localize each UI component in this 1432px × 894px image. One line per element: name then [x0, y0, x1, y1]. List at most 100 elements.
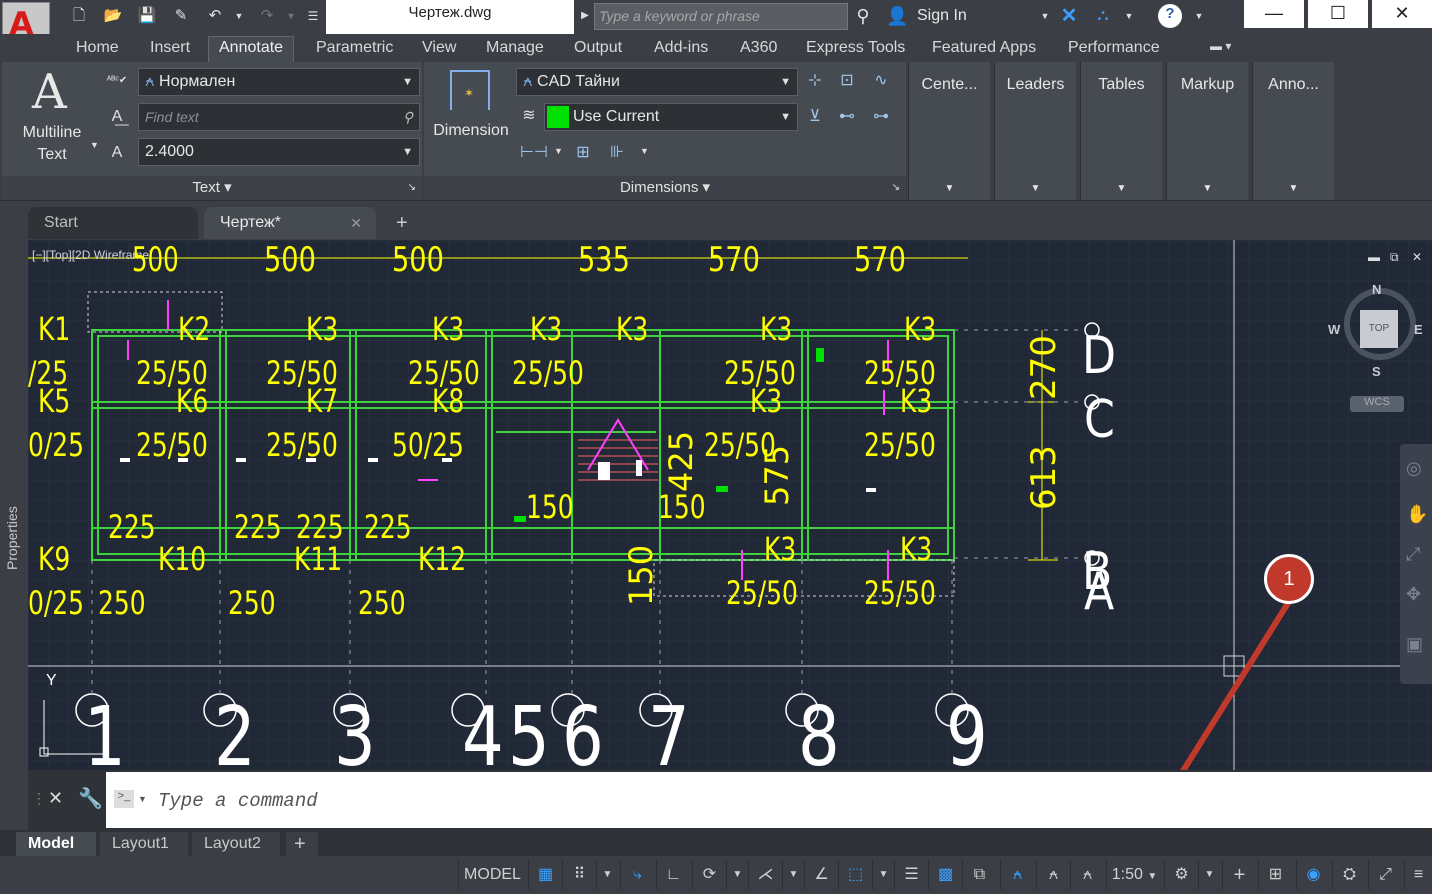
isodraft-icon[interactable]: ⋌	[748, 860, 782, 890]
tab-insert[interactable]: Insert	[150, 39, 190, 57]
check-spelling-icon[interactable]: ᴬᴮᶜ✔	[106, 70, 128, 92]
dialog-launcher-icon[interactable]: ↘	[408, 176, 416, 200]
help-icon[interactable]: ?	[1158, 4, 1182, 28]
tab-output[interactable]: Output	[574, 39, 622, 57]
linear-dim-dropdown-icon[interactable]: ▼	[554, 146, 563, 156]
zoom-icon[interactable]: ⤢	[1406, 544, 1420, 565]
quick-dim-icon[interactable]: ⊞	[572, 142, 594, 164]
lineweight-icon[interactable]: ☰	[894, 860, 928, 890]
dialog-launcher-icon[interactable]: ↘	[892, 176, 900, 200]
command-input[interactable]: >_ ▼ Type a command	[106, 772, 1432, 828]
redo-icon[interactable]: ↷	[256, 6, 278, 26]
inspect-icon[interactable]: ⊻	[804, 106, 826, 128]
dim-jog-icon[interactable]: ∿	[870, 70, 892, 92]
properties-palette-bar[interactable]: Properties	[0, 240, 28, 830]
reassociate-icon[interactable]: ⊶	[870, 106, 892, 128]
polar-tracking-icon[interactable]: ⟳	[692, 860, 726, 890]
osnap-dropdown-icon[interactable]: ▼	[872, 860, 894, 890]
undo-dropdown-icon[interactable]: ▼	[228, 6, 250, 26]
new-tab-button[interactable]: +	[390, 207, 418, 239]
sign-in-dropdown-icon[interactable]: ▼	[1034, 6, 1056, 26]
exchange-apps-icon[interactable]: ✕	[1058, 6, 1080, 26]
fullscreen-icon[interactable]: ⤢	[1368, 860, 1402, 890]
dimension-icon[interactable]: ✶	[450, 70, 490, 110]
selection-cycling-icon[interactable]: ⧉	[962, 860, 996, 890]
compass-s[interactable]: S	[1372, 364, 1381, 379]
dim-style-select[interactable]: ⍲ CAD Тайни ▼	[516, 68, 798, 96]
pan-icon[interactable]: ✋	[1406, 504, 1428, 525]
text-height-select[interactable]: 2.4000 ▼	[138, 138, 420, 166]
units-icon[interactable]: ⊞	[1258, 860, 1292, 890]
customize-toolbar-icon[interactable]: ☰	[302, 6, 324, 26]
tab-drawing[interactable]: Чертеж* ✕	[204, 207, 376, 239]
update-dim-icon[interactable]: ⊷	[836, 106, 858, 128]
text-style-select[interactable]: ⍲ Нормален ▼	[138, 68, 420, 96]
snap-dropdown-icon[interactable]: ▼	[596, 860, 618, 890]
tab-home[interactable]: Home	[76, 39, 119, 57]
continue-dropdown-icon[interactable]: ▼	[640, 146, 649, 156]
text-align-icon[interactable]: A͟	[106, 106, 128, 128]
tab-start[interactable]: Start	[28, 207, 198, 239]
infer-constraints-icon[interactable]: ⤷	[620, 860, 654, 890]
a360-dropdown-icon[interactable]: ▼	[1118, 6, 1140, 26]
minimize-button[interactable]: —	[1244, 0, 1304, 28]
dim-adjust-icon[interactable]: ⊡	[836, 70, 858, 92]
a360-icon[interactable]: ⛬	[1092, 6, 1114, 26]
save-as-icon[interactable]: ✎	[170, 6, 192, 26]
tab-parametric[interactable]: Parametric	[316, 39, 393, 57]
close-icon[interactable]: ✕	[350, 207, 362, 239]
orbit-icon[interactable]: ✥	[1406, 584, 1421, 605]
command-prompt-icon[interactable]: >_	[114, 790, 134, 808]
tab-express-tools[interactable]: Express Tools	[806, 39, 905, 57]
compass-n[interactable]: N	[1372, 282, 1381, 297]
find-text-input[interactable]: Find text ⚲	[138, 103, 420, 131]
annotation-monitor-icon[interactable]: +	[1222, 860, 1256, 890]
tab-add-ins[interactable]: Add-ins	[654, 39, 708, 57]
viewport-restore-icon[interactable]: ⧉	[1390, 250, 1399, 265]
tab-layout2[interactable]: Layout2	[192, 832, 280, 856]
dimension-button[interactable]: Dimension	[426, 122, 516, 140]
user-icon[interactable]: 👤	[886, 6, 908, 26]
wcs-menu[interactable]: WCS	[1350, 396, 1404, 412]
redo-dropdown-icon[interactable]: ▼	[280, 6, 302, 26]
text-height-icon[interactable]: A	[106, 142, 128, 164]
transparency-icon[interactable]: ▩	[928, 860, 962, 890]
new-file-icon[interactable]: 🗋	[68, 6, 90, 26]
sign-in-button[interactable]: Sign In	[917, 7, 967, 25]
centerlines-panel[interactable]: Cente... ▼	[908, 62, 990, 200]
model-space-toggle[interactable]: MODEL	[458, 860, 526, 890]
command-history-icon[interactable]: ▼	[138, 794, 147, 804]
multiline-dropdown-icon[interactable]: ▼	[90, 140, 99, 150]
tab-annotate[interactable]: Annotate	[208, 36, 295, 64]
open-file-icon[interactable]: 📂	[102, 6, 124, 26]
workspace-dropdown-icon[interactable]: ▼	[1198, 860, 1220, 890]
workspace-gear-icon[interactable]: ⚙	[1164, 860, 1198, 890]
object-snap-tracking-icon[interactable]: ∠	[804, 860, 838, 890]
steering-wheel-icon[interactable]: ◎	[1406, 458, 1422, 479]
continue-dim-icon[interactable]: ⊪	[606, 142, 628, 164]
annotation-visibility-icon[interactable]: ⍲	[1000, 860, 1034, 890]
compass-e[interactable]: E	[1414, 322, 1423, 337]
annotation-scale-icon[interactable]: ⍲	[1070, 860, 1104, 890]
linear-dim-icon[interactable]: ⊢⊣	[520, 142, 548, 164]
viewcube-top[interactable]: TOP	[1360, 310, 1398, 348]
search-expand-icon[interactable]: ▶	[574, 6, 596, 26]
viewport-close-icon[interactable]: ✕	[1412, 250, 1422, 264]
text-panel-title[interactable]: Text ▾ ↘	[2, 176, 422, 200]
viewport-minimize-icon[interactable]: ▬	[1368, 250, 1380, 264]
help-dropdown-icon[interactable]: ▼	[1188, 6, 1210, 26]
snap-icon[interactable]: ⠿	[562, 860, 596, 890]
showmotion-icon[interactable]: ▣	[1406, 634, 1423, 655]
tab-view[interactable]: View	[422, 39, 456, 57]
undo-icon[interactable]: ↶	[204, 6, 226, 26]
tab-layout1[interactable]: Layout1	[100, 832, 188, 856]
markup-panel[interactable]: Markup ▼	[1166, 62, 1248, 200]
dim-layer-select[interactable]: Use Current ▼	[544, 103, 798, 131]
multiline-text-button[interactable]: Multiline Text	[10, 122, 94, 166]
leaders-panel[interactable]: Leaders ▼	[994, 62, 1076, 200]
annotation-scaling-panel[interactable]: Anno... ▼	[1252, 62, 1334, 200]
tab-performance[interactable]: Performance	[1068, 39, 1160, 57]
dimensions-panel-title[interactable]: Dimensions ▾ ↘	[424, 176, 906, 200]
maximize-button[interactable]: ☐	[1308, 0, 1368, 28]
auto-scale-icon[interactable]: ⍲	[1036, 860, 1070, 890]
